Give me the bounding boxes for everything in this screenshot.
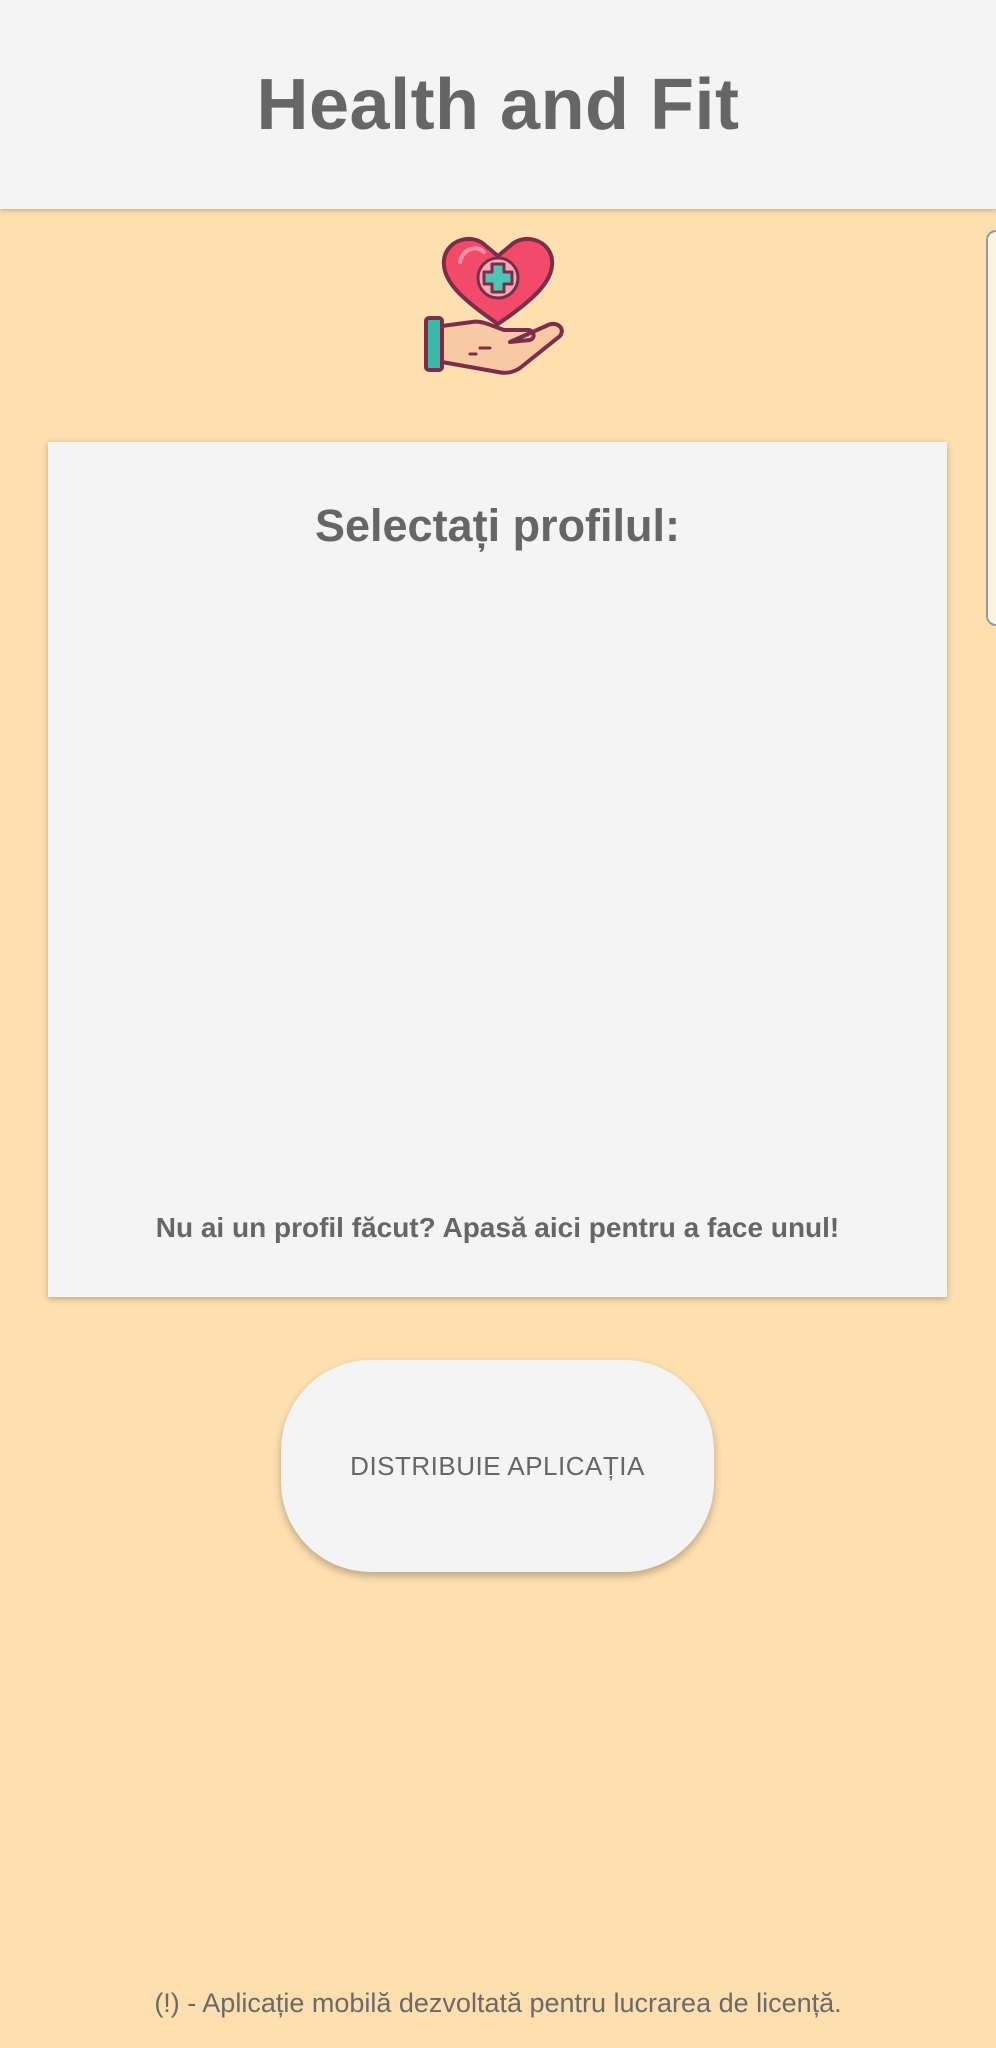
app-title: Health and Fit [256,64,740,145]
edge-panel-handle[interactable] [986,230,996,626]
profile-card-title: Selectați profilul: [314,500,681,551]
profile-list [88,582,907,1222]
profile-card: Selectați profilul: Nu ai un profil făcu… [48,442,947,1297]
app-header: Health and Fit [0,0,996,209]
footer-note: (!) - Aplicație mobilă dezvoltată pentru… [154,1988,842,2018]
create-profile-link[interactable]: Nu ai un profil făcut? Apasă aici pentru… [48,1212,947,1244]
heart-in-hand-icon [420,222,576,378]
share-app-button[interactable]: DISTRIBUIE APLICAȚIA [281,1360,714,1572]
